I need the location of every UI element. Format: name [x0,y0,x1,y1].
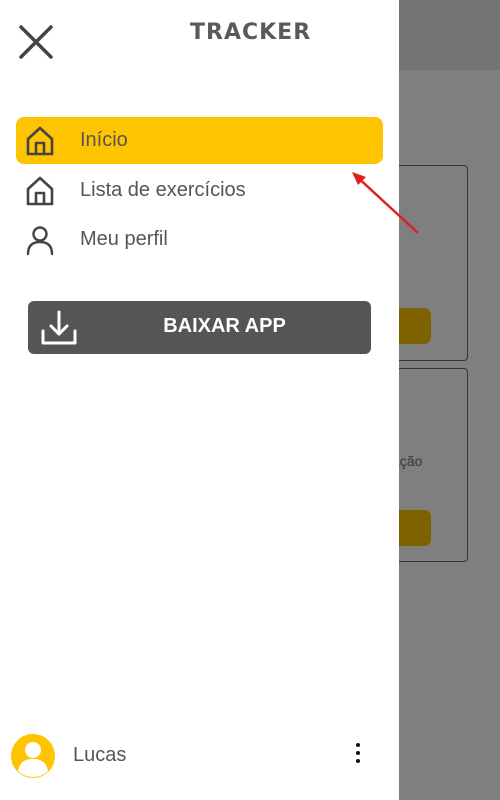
download-app-button[interactable]: BAIXAR APP [28,301,371,354]
menu-item-lista-exercicios[interactable]: Lista de exercícios [16,167,383,214]
user-avatar-icon [11,734,55,778]
user-icon [26,226,54,256]
user-profile-row[interactable]: Lucas [10,733,390,778]
user-options-button[interactable] [350,741,366,769]
download-app-label: BAIXAR APP [163,315,286,337]
menu-item-inicio[interactable]: Início [16,117,383,164]
menu-item-label: Lista de exercícios [80,179,246,201]
home-icon [26,176,54,206]
close-icon [19,25,53,59]
close-button[interactable] [16,22,56,62]
user-name: Lucas [73,744,127,766]
more-vertical-icon [350,743,366,763]
navigation-drawer: TRACKER Início Lista de exercícios Meu p… [0,0,399,800]
menu-item-label: Meu perfil [80,228,168,250]
menu-item-label: Início [80,129,128,151]
app-brand: TRACKER [190,20,312,45]
home-icon [26,126,54,156]
menu-item-meu-perfil[interactable]: Meu perfil [16,216,383,263]
annotation-arrow-icon [352,172,419,234]
